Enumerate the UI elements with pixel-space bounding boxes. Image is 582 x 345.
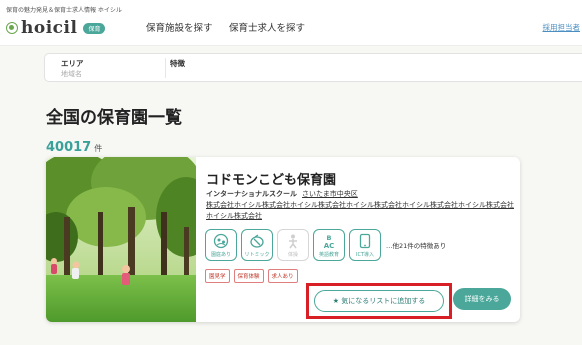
- nav-find-facilities[interactable]: 保育施設を探す: [146, 20, 213, 34]
- feature-gym: 体操: [277, 229, 309, 261]
- page-title: 全国の保育園一覧: [46, 108, 182, 128]
- logo-text: hoicil: [21, 18, 78, 38]
- site-logo[interactable]: hoicil 保育: [6, 18, 106, 38]
- feature-label: 英語教育: [318, 252, 339, 258]
- abc-icon: B AC: [321, 232, 337, 250]
- tag-visit: 園見学: [205, 269, 230, 283]
- favorite-highlight-box: ★ 気になるリストに追加する: [306, 283, 452, 319]
- feature-label: リトミック: [244, 252, 270, 258]
- tag-hiring: 求人あり: [267, 269, 298, 283]
- nursery-card[interactable]: コドモンこども保育園 インターナショナルスクール さいたま市中央区 株式会社ホイシ…: [46, 157, 520, 322]
- feature-label: ICT導入: [355, 252, 375, 258]
- result-count-unit: 件: [94, 144, 103, 153]
- result-count: 40017 件: [46, 136, 102, 155]
- result-count-number: 40017: [46, 140, 92, 155]
- logo-badge: 保育: [83, 22, 106, 34]
- tag-experience: 保育体験: [233, 269, 264, 283]
- more-features-text: …他21件の特徴あり: [386, 242, 447, 250]
- nav-find-jobs[interactable]: 保育士求人を探す: [229, 20, 305, 34]
- search-bar: エリア 地域名 特徴: [44, 53, 582, 82]
- nursery-type: インターナショナルスクール: [206, 190, 297, 198]
- add-to-favorites-button[interactable]: ★ 気になるリストに追加する: [314, 290, 444, 312]
- gym-icon: [285, 232, 301, 250]
- nursery-tags: 園見学 保育体験 求人あり: [205, 269, 302, 283]
- nav-recruiter-link[interactable]: 採用担当者: [543, 22, 581, 33]
- nursery-name[interactable]: コドモンこども保育園: [206, 169, 336, 188]
- playground-icon: [213, 232, 229, 250]
- rhythmic-icon: [249, 232, 265, 250]
- svg-text:B: B: [327, 234, 332, 242]
- feature-ict: ICT導入: [349, 229, 381, 261]
- nursery-area-link[interactable]: さいたま市中央区: [302, 190, 358, 198]
- area-input[interactable]: 地域名: [61, 69, 82, 79]
- feature-label[interactable]: 特徴: [170, 58, 185, 69]
- feature-playground: 園庭あり: [205, 229, 237, 261]
- nursery-operator-link[interactable]: 株式会社ホイシル株式会社ホイシル株式会社ホイシル株式会社ホイシル株式会社ホイシル…: [206, 200, 514, 222]
- nursery-photo: [46, 157, 196, 322]
- svg-text:AC: AC: [324, 242, 335, 249]
- feature-label: 園庭あり: [210, 252, 231, 258]
- feature-icons: 園庭あり リトミック 体操 B AC 英語教育 ICT導入 …他21件の特徴あり: [205, 228, 446, 262]
- view-details-button[interactable]: 詳細をみる: [453, 288, 511, 310]
- nursery-meta: インターナショナルスクール さいたま市中央区: [206, 189, 358, 199]
- site-tagline: 保育の魅力発見＆保育士求人情報 ホイシル: [6, 7, 122, 14]
- feature-rhythmic: リトミック: [241, 229, 273, 261]
- site-header: 保育の魅力発見＆保育士求人情報 ホイシル hoicil 保育 保育施設を探す 保…: [0, 0, 582, 46]
- feature-label: 体操: [287, 252, 298, 258]
- area-label: エリア: [61, 59, 84, 68]
- feature-english: B AC 英語教育: [313, 229, 345, 261]
- logo-mark-icon: [6, 22, 18, 34]
- search-divider: [165, 58, 166, 78]
- tablet-icon: [357, 232, 373, 250]
